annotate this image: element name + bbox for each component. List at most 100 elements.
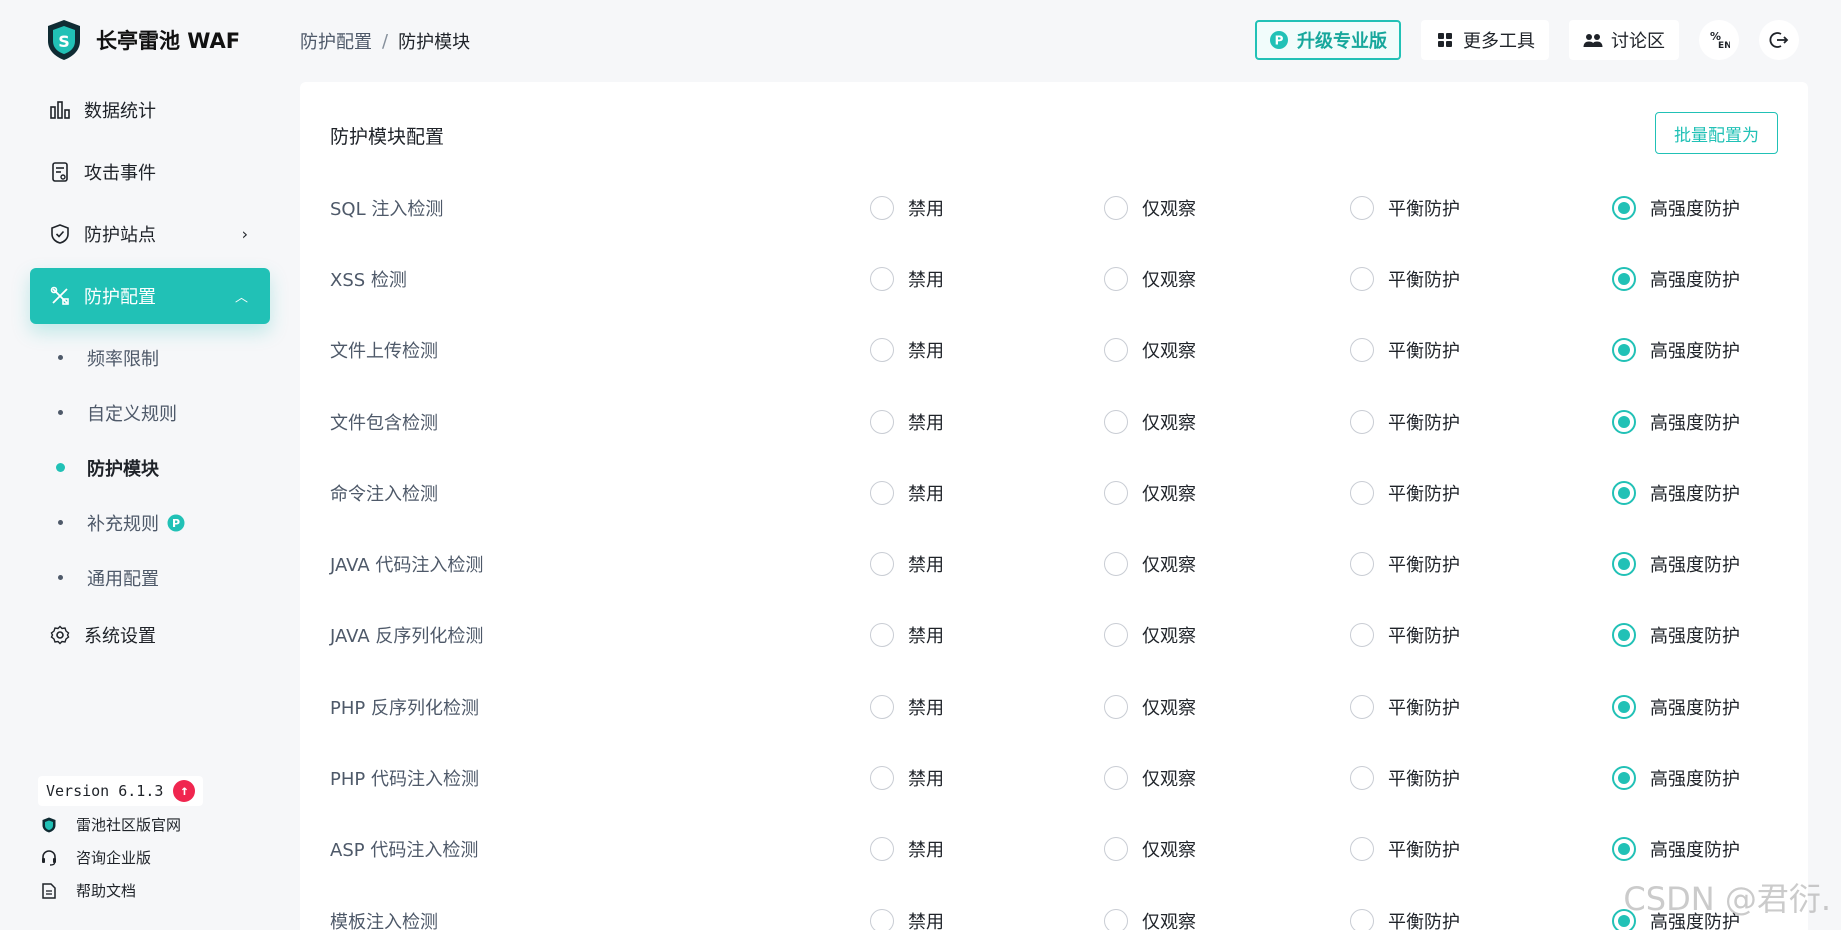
sidebar-item-attack-events[interactable]: 攻击事件: [30, 144, 270, 200]
logout-button[interactable]: [1759, 20, 1799, 60]
radio-unchecked-icon[interactable]: [870, 552, 894, 577]
radio-option[interactable]: 仅观察: [1104, 409, 1196, 435]
radio-option[interactable]: 平衡防护: [1350, 765, 1460, 791]
radio-option[interactable]: 平衡防护: [1350, 622, 1460, 648]
radio-option[interactable]: 仅观察: [1104, 480, 1196, 506]
sidebar-item-rate-limit[interactable]: 频率限制: [30, 330, 270, 385]
radio-option[interactable]: 仅观察: [1104, 836, 1196, 862]
sidebar-item-supplementary-rules[interactable]: 补充规则 P: [30, 495, 270, 550]
radio-option[interactable]: 平衡防护: [1350, 908, 1460, 930]
radio-option[interactable]: 高强度防护: [1612, 836, 1740, 862]
radio-unchecked-icon[interactable]: [870, 837, 894, 862]
radio-unchecked-icon[interactable]: [1350, 480, 1374, 505]
radio-option[interactable]: 禁用: [870, 551, 944, 577]
radio-option[interactable]: 仅观察: [1104, 337, 1196, 363]
radio-unchecked-icon[interactable]: [1104, 266, 1128, 291]
radio-unchecked-icon[interactable]: [1104, 766, 1128, 791]
radio-option[interactable]: 禁用: [870, 622, 944, 648]
radio-unchecked-icon[interactable]: [1350, 338, 1374, 363]
radio-unchecked-icon[interactable]: [1350, 409, 1374, 434]
radio-unchecked-icon[interactable]: [1104, 552, 1128, 577]
radio-option[interactable]: 平衡防护: [1350, 337, 1460, 363]
sidebar-item-protection-config[interactable]: 防护配置 ︿: [30, 268, 270, 324]
radio-option[interactable]: 仅观察: [1104, 195, 1196, 221]
radio-unchecked-icon[interactable]: [870, 266, 894, 291]
brand[interactable]: S 长亭雷池 WAF: [46, 18, 240, 62]
radio-option[interactable]: 仅观察: [1104, 908, 1196, 930]
radio-unchecked-icon[interactable]: [1104, 908, 1128, 930]
more-tools-button[interactable]: 更多工具: [1421, 20, 1549, 60]
radio-unchecked-icon[interactable]: [1104, 409, 1128, 434]
radio-checked-icon[interactable]: [1612, 266, 1636, 291]
radio-unchecked-icon[interactable]: [1350, 694, 1374, 719]
batch-config-button[interactable]: 批量配置为: [1655, 112, 1778, 154]
radio-unchecked-icon[interactable]: [1104, 338, 1128, 363]
radio-unchecked-icon[interactable]: [1350, 766, 1374, 791]
radio-option[interactable]: 禁用: [870, 765, 944, 791]
radio-option[interactable]: 平衡防护: [1350, 409, 1460, 435]
radio-unchecked-icon[interactable]: [870, 480, 894, 505]
link-community-site[interactable]: 雷池社区版官网: [40, 808, 181, 841]
radio-unchecked-icon[interactable]: [1350, 195, 1374, 220]
sidebar-item-system-settings[interactable]: 系统设置: [30, 607, 270, 663]
radio-checked-icon[interactable]: [1612, 837, 1636, 862]
radio-checked-icon[interactable]: [1612, 480, 1636, 505]
sidebar-item-statistics[interactable]: 数据统计: [30, 82, 270, 138]
radio-option[interactable]: 高强度防护: [1612, 266, 1740, 292]
radio-checked-icon[interactable]: [1612, 338, 1636, 363]
radio-option[interactable]: 高强度防护: [1612, 480, 1740, 506]
radio-unchecked-icon[interactable]: [1104, 837, 1128, 862]
radio-option[interactable]: 禁用: [870, 409, 944, 435]
radio-unchecked-icon[interactable]: [1350, 623, 1374, 648]
radio-option[interactable]: 平衡防护: [1350, 195, 1460, 221]
radio-unchecked-icon[interactable]: [870, 908, 894, 930]
radio-unchecked-icon[interactable]: [870, 766, 894, 791]
sidebar-item-protected-sites[interactable]: 防护站点 ›: [30, 206, 270, 262]
radio-option[interactable]: 高强度防护: [1612, 622, 1740, 648]
radio-unchecked-icon[interactable]: [1350, 552, 1374, 577]
radio-option[interactable]: 禁用: [870, 694, 944, 720]
radio-option[interactable]: 平衡防护: [1350, 836, 1460, 862]
radio-option[interactable]: 仅观察: [1104, 266, 1196, 292]
radio-option[interactable]: 禁用: [870, 480, 944, 506]
radio-option[interactable]: 仅观察: [1104, 765, 1196, 791]
radio-option[interactable]: 禁用: [870, 266, 944, 292]
radio-option[interactable]: 禁用: [870, 337, 944, 363]
radio-checked-icon[interactable]: [1612, 409, 1636, 434]
radio-option[interactable]: 高强度防护: [1612, 765, 1740, 791]
update-available-icon[interactable]: ↑: [173, 780, 196, 802]
radio-option[interactable]: 平衡防护: [1350, 480, 1460, 506]
link-help-docs[interactable]: 帮助文档: [40, 874, 181, 907]
radio-option[interactable]: 平衡防护: [1350, 551, 1460, 577]
language-switch-button[interactable]: % EN: [1699, 20, 1739, 60]
radio-checked-icon[interactable]: [1612, 552, 1636, 577]
radio-unchecked-icon[interactable]: [870, 338, 894, 363]
radio-option[interactable]: 高强度防护: [1612, 337, 1740, 363]
link-enterprise-consult[interactable]: 咨询企业版: [40, 841, 181, 874]
forum-button[interactable]: 讨论区: [1569, 20, 1679, 60]
sidebar-item-custom-rules[interactable]: 自定义规则: [30, 385, 270, 440]
radio-option[interactable]: 仅观察: [1104, 551, 1196, 577]
radio-unchecked-icon[interactable]: [1350, 266, 1374, 291]
breadcrumb-parent[interactable]: 防护配置: [300, 28, 372, 54]
radio-unchecked-icon[interactable]: [1350, 837, 1374, 862]
radio-option[interactable]: 平衡防护: [1350, 266, 1460, 292]
radio-unchecked-icon[interactable]: [1104, 480, 1128, 505]
radio-option[interactable]: 高强度防护: [1612, 195, 1740, 221]
radio-unchecked-icon[interactable]: [870, 694, 894, 719]
radio-checked-icon[interactable]: [1612, 766, 1636, 791]
radio-option[interactable]: 平衡防护: [1350, 694, 1460, 720]
radio-checked-icon[interactable]: [1612, 195, 1636, 220]
radio-unchecked-icon[interactable]: [1104, 694, 1128, 719]
radio-unchecked-icon[interactable]: [1104, 623, 1128, 648]
radio-option[interactable]: 仅观察: [1104, 694, 1196, 720]
radio-option[interactable]: 禁用: [870, 836, 944, 862]
sidebar-item-general-config[interactable]: 通用配置: [30, 550, 270, 605]
radio-option[interactable]: 高强度防护: [1612, 551, 1740, 577]
radio-checked-icon[interactable]: [1612, 623, 1636, 648]
radio-option[interactable]: 高强度防护: [1612, 409, 1740, 435]
radio-unchecked-icon[interactable]: [1104, 195, 1128, 220]
radio-option[interactable]: 高强度防护: [1612, 694, 1740, 720]
radio-option[interactable]: 禁用: [870, 908, 944, 930]
radio-option[interactable]: 禁用: [870, 195, 944, 221]
